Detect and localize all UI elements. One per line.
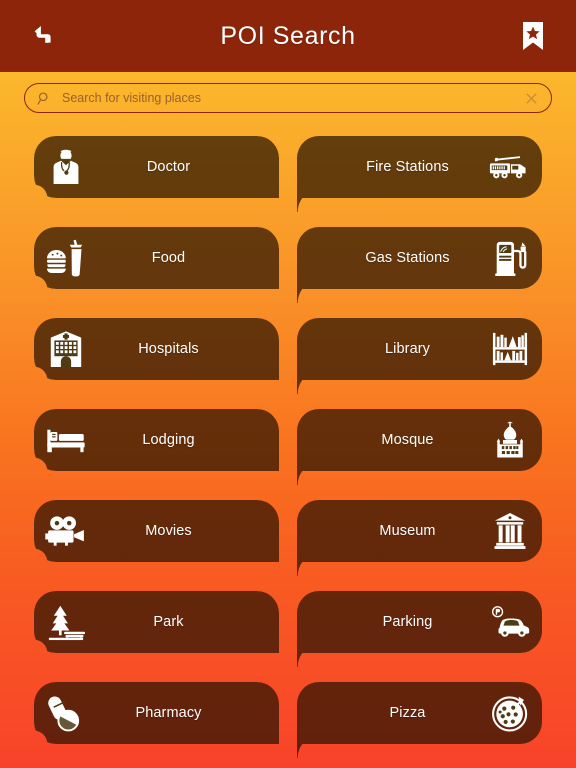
category-cell: Gas Stations: [297, 221, 542, 312]
bed-icon: [40, 418, 92, 462]
category-button-movies[interactable]: Movies: [34, 500, 279, 576]
category-cell: Pharmacy: [34, 676, 279, 767]
poi-search-screen: POI Search Search for visiting places Do…: [0, 0, 576, 768]
category-button-park[interactable]: Park: [34, 591, 279, 667]
pizza-icon: [484, 691, 536, 735]
category-label: Food: [151, 250, 186, 266]
film-camera-icon: [40, 509, 92, 553]
category-button-pharmacy[interactable]: Pharmacy: [34, 682, 279, 758]
category-button-library[interactable]: Library: [297, 318, 542, 394]
category-button-gas-stations[interactable]: Gas Stations: [297, 227, 542, 303]
search-bar[interactable]: [24, 83, 552, 113]
category-label: Movies: [145, 523, 192, 539]
button-tail: [297, 198, 321, 212]
category-button-fire-stations[interactable]: Fire Stations: [297, 136, 542, 212]
button-tail: [255, 653, 279, 667]
button-tail: [297, 744, 321, 758]
pills-icon: [40, 691, 92, 735]
button-tail: [297, 653, 321, 667]
category-label: Lodging: [142, 432, 195, 448]
category-label: Library: [384, 341, 431, 357]
category-cell: Park: [34, 585, 279, 676]
search-section: [0, 72, 576, 124]
search-input[interactable]: [52, 91, 524, 105]
category-label: Park: [153, 614, 184, 630]
category-grid: Doctor Fire Stations Food Gas Stations H…: [0, 124, 576, 768]
button-tail: [255, 562, 279, 576]
category-cell: Library: [297, 312, 542, 403]
search-icon: [37, 91, 52, 106]
category-cell: Mosque: [297, 403, 542, 494]
museum-icon: [484, 509, 536, 553]
tree-bench-icon: [40, 600, 92, 644]
category-cell: Fire Stations: [297, 130, 542, 221]
category-label: Pharmacy: [135, 705, 202, 721]
button-tail: [297, 380, 321, 394]
category-button-museum[interactable]: Museum: [297, 500, 542, 576]
button-tail: [297, 562, 321, 576]
category-button-food[interactable]: Food: [34, 227, 279, 303]
back-arrow-icon: [30, 23, 56, 49]
category-label: Fire Stations: [366, 159, 449, 175]
category-cell: Museum: [297, 494, 542, 585]
category-label: Gas Stations: [365, 250, 450, 266]
bookmark-button[interactable]: [510, 13, 556, 59]
category-label: Parking: [382, 614, 433, 630]
fuel-pump-icon: [484, 236, 536, 280]
page-title: POI Search: [220, 21, 356, 50]
category-button-lodging[interactable]: Lodging: [34, 409, 279, 485]
button-tail: [297, 289, 321, 303]
category-button-parking[interactable]: Parking: [297, 591, 542, 667]
app-header: POI Search: [0, 0, 576, 72]
category-cell: Parking: [297, 585, 542, 676]
doctor-icon: [40, 145, 92, 189]
category-label: Hospitals: [138, 341, 199, 357]
category-cell: Pizza: [297, 676, 542, 767]
clear-x-icon[interactable]: [524, 91, 539, 106]
category-label: Pizza: [389, 705, 426, 721]
category-button-hospitals[interactable]: Hospitals: [34, 318, 279, 394]
burger-drink-icon: [40, 236, 92, 280]
category-cell: Doctor: [34, 130, 279, 221]
parking-car-icon: [484, 600, 536, 644]
button-tail: [255, 198, 279, 212]
button-tail: [255, 744, 279, 758]
bookmark-star-icon: [520, 21, 546, 51]
category-button-pizza[interactable]: Pizza: [297, 682, 542, 758]
button-tail: [297, 471, 321, 485]
category-cell: Lodging: [34, 403, 279, 494]
button-tail: [255, 471, 279, 485]
category-button-doctor[interactable]: Doctor: [34, 136, 279, 212]
category-label: Museum: [379, 523, 436, 539]
fire-truck-icon: [484, 145, 536, 189]
hospital-icon: [40, 327, 92, 371]
category-label: Doctor: [146, 159, 191, 175]
bookshelf-icon: [484, 327, 536, 371]
category-button-mosque[interactable]: Mosque: [297, 409, 542, 485]
mosque-dome-icon: [484, 418, 536, 462]
button-tail: [255, 380, 279, 394]
category-cell: Food: [34, 221, 279, 312]
category-label: Mosque: [381, 432, 434, 448]
category-cell: Movies: [34, 494, 279, 585]
back-button[interactable]: [20, 13, 66, 59]
button-tail: [255, 289, 279, 303]
category-cell: Hospitals: [34, 312, 279, 403]
